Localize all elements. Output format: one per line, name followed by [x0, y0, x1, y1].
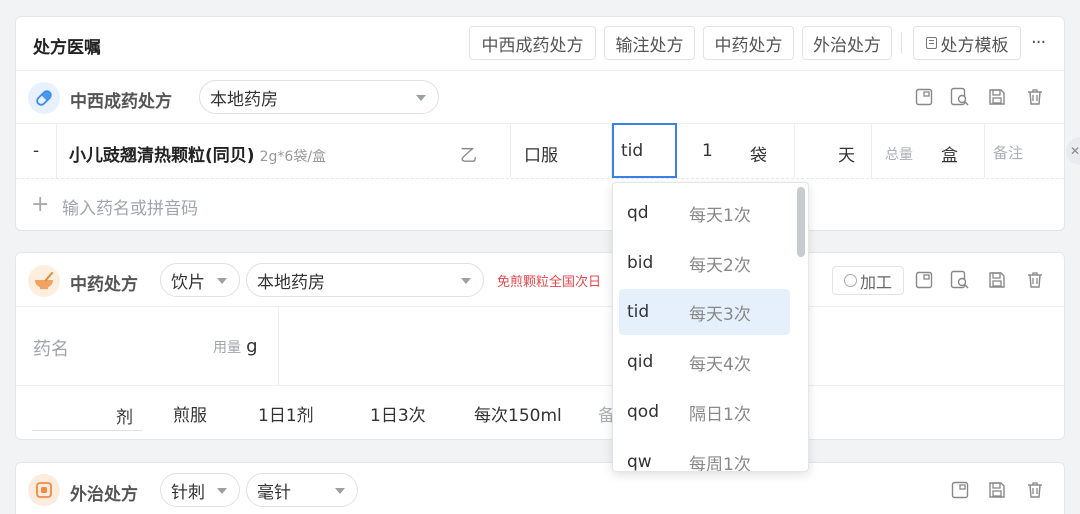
chevron-down-icon: [416, 95, 426, 101]
radio-icon: [843, 274, 857, 287]
mortar-icon: [28, 265, 60, 297]
frequency-option[interactable]: qid 每天4次: [619, 339, 790, 385]
divider: [984, 123, 985, 178]
herb-name-input[interactable]: 药名: [33, 335, 69, 361]
frequency-option[interactable]: qw 每周1次: [619, 439, 790, 471]
divider: [16, 70, 1064, 71]
delete-icon[interactable]: [1024, 86, 1046, 108]
tab-chinese-medicine[interactable]: 中药处方: [703, 26, 794, 60]
save-icon[interactable]: [986, 479, 1008, 501]
divider: [16, 123, 1064, 124]
total-label: 总量: [885, 147, 913, 163]
chevron-down-icon: [335, 488, 345, 494]
times-select[interactable]: 1日3次: [370, 401, 426, 426]
divider: [278, 307, 279, 385]
frequency-option[interactable]: qd 每天1次: [619, 190, 790, 236]
drug-row-prefix: -: [33, 141, 40, 161]
daily-doses-select[interactable]: 1日1剂: [258, 401, 314, 426]
divider: [901, 32, 902, 54]
close-icon: ✕: [1069, 144, 1080, 158]
notice-text: 免煎颗粒全国次日: [497, 275, 602, 290]
chevron-down-icon: [461, 278, 471, 284]
search-document-icon[interactable]: [949, 269, 971, 291]
tab-external-treatment[interactable]: 外治处方: [802, 26, 892, 60]
pill-icon: [28, 82, 60, 114]
chevron-down-icon: [217, 278, 227, 284]
frequency-option-selected[interactable]: tid 每天3次: [619, 289, 790, 335]
external-prescription-card: 外治处方 针刺 毫针: [15, 462, 1065, 514]
days-unit: 天: [838, 146, 855, 166]
amount-select[interactable]: 每次150ml: [474, 401, 562, 426]
dose-unit: 袋: [750, 146, 767, 166]
usage-select[interactable]: 煎服: [173, 401, 207, 426]
section-title-chinese: 中药处方: [70, 275, 138, 295]
note-input[interactable]: 备注: [993, 142, 1023, 163]
pharmacy-select[interactable]: 本地药房: [199, 80, 439, 114]
herb-dose-input[interactable]: 用量 g: [213, 336, 258, 357]
tab-infusion[interactable]: 输注处方: [604, 26, 695, 60]
divider: [871, 123, 872, 178]
route-field[interactable]: 口服: [524, 141, 558, 166]
collapse-handle[interactable]: ✕: [1066, 137, 1080, 165]
scrollbar[interactable]: [797, 187, 805, 257]
search-document-icon[interactable]: [949, 86, 971, 108]
divider: [56, 123, 57, 178]
delete-icon[interactable]: [1024, 479, 1046, 501]
external-treatment-icon: [28, 474, 60, 506]
insurance-grade: 乙: [460, 146, 477, 166]
frequency-dropdown: qd 每天1次 bid 每天2次 tid 每天3次 qid 每天4次 qod 隔日1次 q…: [612, 182, 809, 472]
delete-icon[interactable]: [1024, 269, 1046, 291]
dose-input[interactable]: 1: [702, 141, 713, 161]
treatment-type-select[interactable]: 针刺: [160, 473, 240, 507]
doses-unit: 剂: [116, 408, 133, 428]
process-button[interactable]: 加工: [832, 266, 904, 295]
chinese-prescription-card: 中药处方 饮片 本地药房 免煎颗粒全国次日 加工 药名 用量 g 剂 煎服 1日…: [15, 252, 1065, 440]
divider: [16, 178, 1064, 179]
add-icon[interactable]: +: [31, 194, 49, 216]
save-icon[interactable]: [986, 86, 1008, 108]
treatment-subtype-select[interactable]: 毫针: [246, 473, 358, 507]
drug-name[interactable]: 小儿豉翘清热颗粒(同贝) 2g*6袋/盒: [69, 141, 326, 166]
type-select[interactable]: 饮片: [160, 263, 240, 297]
divider: [510, 123, 511, 178]
save-icon[interactable]: [986, 269, 1008, 291]
section-title-western: 中西成药处方: [70, 92, 172, 112]
divider: [794, 123, 795, 178]
panel-icon[interactable]: [913, 269, 935, 291]
divider: [16, 385, 1064, 386]
divider: [16, 306, 1064, 307]
panel-icon[interactable]: [949, 479, 971, 501]
template-icon: [925, 37, 937, 49]
section-title-external: 外治处方: [70, 485, 138, 505]
frequency-option[interactable]: qod 隔日1次: [619, 389, 790, 435]
prescription-card: 处方医嘱 中西成药处方 输注处方 中药处方 外治处方 处方模板 ··· 中西成药…: [15, 16, 1080, 231]
tab-western-medicine[interactable]: 中西成药处方: [469, 26, 596, 60]
template-button[interactable]: 处方模板: [913, 26, 1021, 60]
drug-search-input[interactable]: 输入药名或拼音码: [62, 194, 198, 219]
frequency-input[interactable]: tid: [612, 123, 677, 178]
total-unit: 盒: [941, 146, 958, 166]
panel-icon[interactable]: [913, 86, 935, 108]
chevron-down-icon: [217, 488, 227, 494]
page-title: 处方医嘱: [33, 38, 101, 58]
chinese-pharmacy-select[interactable]: 本地药房: [246, 263, 484, 297]
more-button[interactable]: ···: [1031, 32, 1046, 53]
frequency-option[interactable]: bid 每天2次: [619, 240, 790, 286]
